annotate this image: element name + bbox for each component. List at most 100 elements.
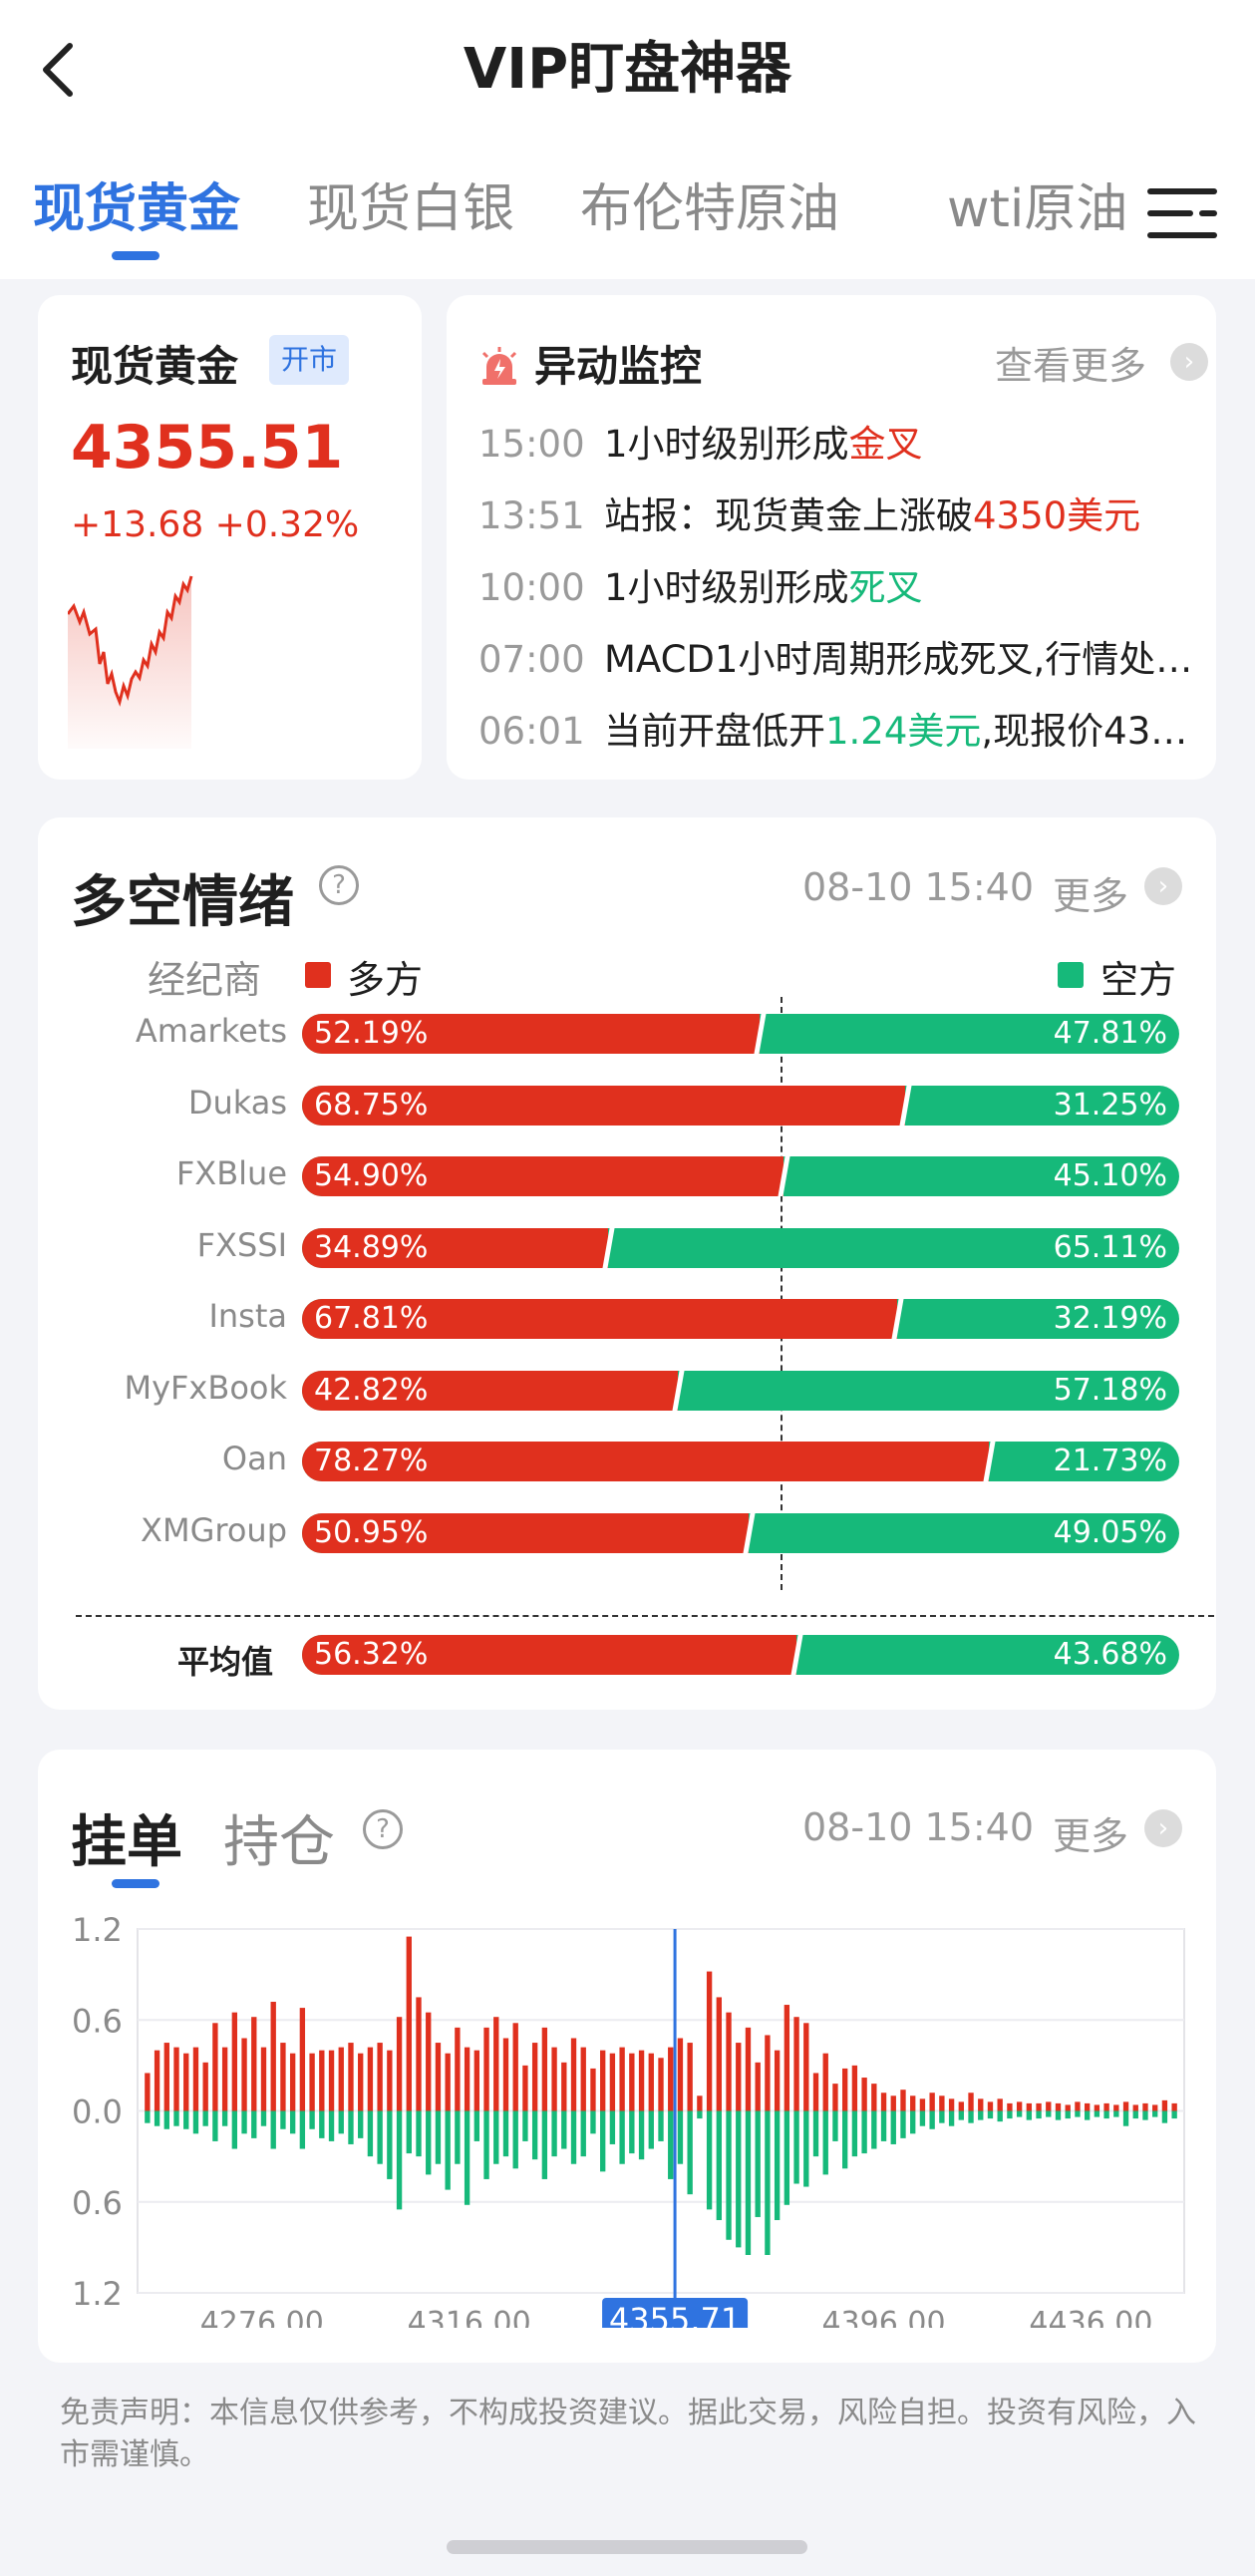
short-percent: 57.18% bbox=[1053, 1372, 1167, 1408]
tab-spot-gold[interactable]: 现货黄金 bbox=[33, 169, 240, 249]
short-order-bar bbox=[958, 2110, 964, 2120]
short-order-bar bbox=[145, 2110, 151, 2123]
short-order-bar bbox=[358, 2110, 364, 2138]
long-order-bar bbox=[416, 1997, 422, 2111]
monitor-item[interactable]: 07:00 MACD1小时周期形成死叉,行情处… bbox=[478, 630, 1196, 690]
menu-button[interactable] bbox=[1146, 181, 1218, 245]
long-order-bar bbox=[978, 2098, 984, 2111]
view-more-link[interactable]: 查看更多 bbox=[995, 335, 1146, 390]
tab-spot-silver[interactable]: 现货白银 bbox=[307, 169, 514, 249]
chevron-right-icon[interactable]: › bbox=[1170, 343, 1208, 381]
y-tick-label: 0.6 bbox=[72, 2184, 123, 2222]
short-order-bar bbox=[1026, 2110, 1033, 2120]
short-order-bar bbox=[697, 2110, 703, 2119]
short-order-bar bbox=[745, 2110, 752, 2255]
short-order-bar bbox=[1132, 2110, 1138, 2119]
market-status-badge: 开市 bbox=[269, 335, 350, 385]
long-order-bar bbox=[842, 2068, 848, 2111]
sentiment-more-link[interactable]: 更多 bbox=[1053, 865, 1128, 920]
short-order-bar bbox=[387, 2110, 393, 2179]
short-order-bar bbox=[968, 2110, 974, 2123]
monitor-item[interactable]: 13:51 站报：现货黄金上涨破4350美元 bbox=[478, 486, 1196, 546]
short-order-bar bbox=[512, 2110, 518, 2169]
long-percent: 34.89% bbox=[314, 1229, 429, 1265]
long-order-bar bbox=[1152, 2104, 1158, 2111]
short-order-bar bbox=[426, 2110, 432, 2175]
y-tick-label: 0.0 bbox=[72, 2093, 123, 2131]
long-order-bar bbox=[619, 2047, 625, 2111]
long-order-bar bbox=[774, 2050, 781, 2111]
long-legend-label: 多方 bbox=[347, 958, 424, 1002]
short-percent: 32.19% bbox=[1053, 1301, 1167, 1336]
short-order-bar bbox=[309, 2110, 315, 2129]
monitor-item[interactable]: 15:00 1小时级别形成金叉 bbox=[478, 415, 1196, 475]
short-percent: 45.10% bbox=[1053, 1158, 1167, 1193]
help-icon[interactable]: ? bbox=[363, 1809, 403, 1849]
long-order-bar bbox=[502, 2038, 509, 2111]
monitor-item-highlight: 金叉 bbox=[848, 423, 923, 466]
orders-timestamp: 08-10 15:40 bbox=[802, 1805, 1035, 1849]
short-order-bar bbox=[241, 2110, 247, 2134]
sentiment-bar: 78.27% 21.73% bbox=[302, 1442, 1179, 1481]
long-percent: 56.32% bbox=[314, 1637, 429, 1672]
short-order-bar bbox=[192, 2110, 199, 2134]
long-order-bar bbox=[793, 2017, 799, 2111]
monitor-item[interactable]: 10:00 1小时级别形成死叉 bbox=[478, 558, 1196, 618]
short-order-bar bbox=[183, 2110, 189, 2129]
short-order-bar bbox=[880, 2110, 887, 2141]
short-order-bar bbox=[861, 2110, 867, 2154]
monitor-item-highlight: 1.24美元 bbox=[825, 710, 982, 753]
monitor-item-highlight: 4350美元 bbox=[973, 494, 1141, 537]
short-order-bar bbox=[1152, 2110, 1158, 2117]
short-order-bar bbox=[416, 2110, 422, 2157]
tab-brent-oil[interactable]: 布伦特原油 bbox=[580, 169, 839, 249]
help-icon[interactable]: ? bbox=[319, 865, 359, 905]
broker-name: FXBlue bbox=[175, 1154, 287, 1192]
long-order-bar bbox=[1046, 2101, 1052, 2111]
short-order-bar bbox=[338, 2110, 344, 2134]
chevron-right-icon[interactable]: › bbox=[1144, 867, 1182, 905]
long-order-bar bbox=[251, 2017, 257, 2111]
long-order-bar bbox=[299, 2008, 306, 2111]
short-order-bar bbox=[406, 2110, 412, 2154]
long-order-bar bbox=[483, 2027, 489, 2111]
abnormal-monitor-card: 异动监控 查看更多 › 15:00 1小时级别形成金叉 13:51 站报：现货黄金上… bbox=[447, 295, 1216, 780]
long-order-bar bbox=[851, 2065, 858, 2111]
active-tab-indicator bbox=[112, 251, 159, 260]
short-order-bar bbox=[706, 2110, 713, 2210]
long-order-bar bbox=[1103, 2102, 1109, 2111]
short-order-bar bbox=[900, 2110, 906, 2138]
long-order-bar bbox=[512, 2023, 518, 2111]
short-order-bar bbox=[1171, 2110, 1177, 2119]
tab-orders[interactable]: 挂单 bbox=[71, 1797, 182, 1878]
monitor-item[interactable]: 06:01 当前开盘低开1.24美元,现报价43… bbox=[478, 702, 1196, 762]
long-order-bar bbox=[289, 2053, 296, 2111]
short-order-bar bbox=[154, 2110, 160, 2126]
short-percent: 49.05% bbox=[1053, 1514, 1167, 1550]
long-order-bar bbox=[183, 2053, 189, 2111]
tab-positions[interactable]: 持仓 bbox=[223, 1797, 335, 1878]
y-tick-label: 1.2 bbox=[72, 1911, 123, 1949]
sentiment-bar: 67.81% 32.19% bbox=[302, 1299, 1179, 1339]
chevron-right-icon[interactable]: › bbox=[1144, 1809, 1182, 1847]
monitor-item-text: 当前开盘低开 bbox=[604, 710, 825, 753]
short-order-bar bbox=[726, 2110, 732, 2240]
quote-card[interactable]: 现货黄金 开市 4355.51 +13.68 +0.32% bbox=[38, 295, 422, 780]
short-order-bar bbox=[483, 2110, 489, 2179]
short-order-bar bbox=[765, 2110, 771, 2255]
long-order-bar bbox=[1132, 2104, 1138, 2111]
home-indicator[interactable] bbox=[447, 2540, 807, 2554]
short-order-bar bbox=[609, 2110, 616, 2144]
long-order-bar bbox=[221, 2047, 228, 2111]
orders-more-link[interactable]: 更多 bbox=[1053, 1805, 1128, 1860]
monitor-item-text: 1小时级别形成 bbox=[604, 423, 849, 466]
short-percent: 21.73% bbox=[1053, 1444, 1167, 1478]
long-order-bar bbox=[590, 2068, 596, 2111]
long-order-bar bbox=[1075, 2101, 1081, 2111]
tab-wti-oil[interactable]: wti原油 bbox=[947, 169, 1127, 249]
long-order-bar bbox=[1026, 2102, 1033, 2111]
short-order-bar bbox=[939, 2110, 945, 2123]
order-book-chart[interactable]: 1.2 0.6 0.0 0.6 1.2 4355.71 4276.00 4316.00 4396… bbox=[38, 1899, 1254, 2328]
short-order-bar bbox=[561, 2110, 567, 2149]
short-order-bar bbox=[231, 2110, 238, 2149]
